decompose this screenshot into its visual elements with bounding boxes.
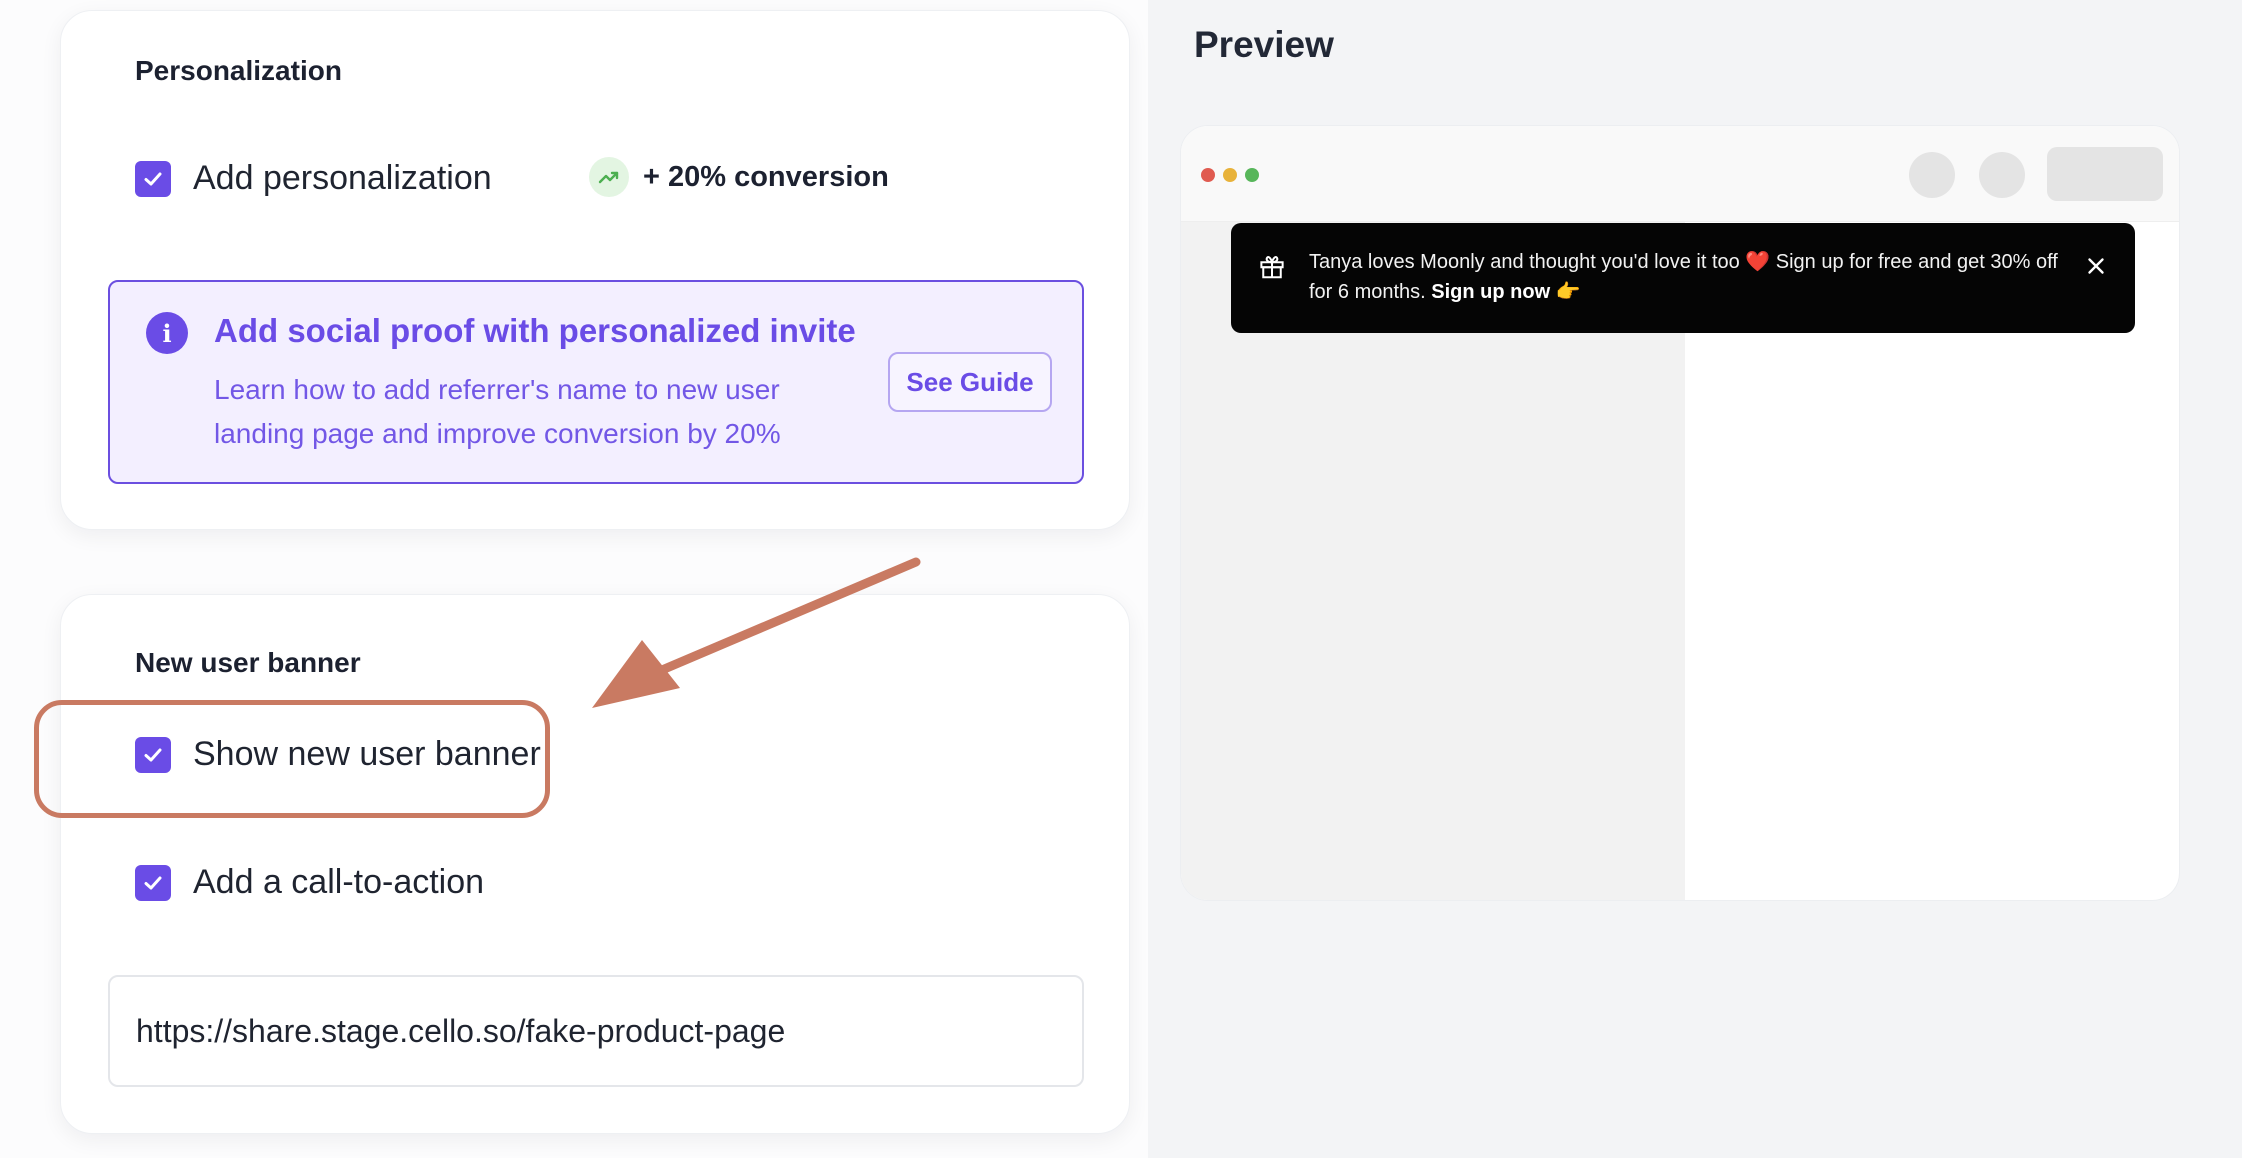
- browser-toolbar: [1181, 126, 2179, 222]
- settings-panel: Personalization Add personalization + 20…: [0, 0, 1148, 1158]
- toolbar-placeholder-circle: [1979, 152, 2025, 198]
- info-title: Add social proof with personalized invit…: [214, 312, 856, 349]
- browser-mockup: Tanya loves Moonly and thought you'd lov…: [1180, 125, 2180, 901]
- window-dot-red: [1201, 168, 1215, 182]
- cta-url-input[interactable]: [108, 975, 1084, 1087]
- add-cta-checkbox[interactable]: [135, 864, 171, 901]
- social-proof-info-box: i Add social proof with personalized inv…: [108, 280, 1084, 484]
- trend-up-icon: [589, 157, 629, 197]
- conversion-boost: + 20% conversion: [589, 157, 889, 197]
- banner-message: Tanya loves Moonly and thought you'd lov…: [1309, 247, 2069, 307]
- show-banner-label: Show new user banner: [193, 735, 541, 773]
- add-personalization-label: Add personalization: [193, 159, 492, 197]
- personalization-card: Personalization Add personalization + 20…: [60, 10, 1130, 530]
- preview-panel: Preview Tanya loves Moonly and thought y…: [1148, 0, 2242, 1158]
- new-user-banner-card: New user banner Show new user banner Add…: [60, 594, 1130, 1134]
- conversion-boost-text: + 20% conversion: [643, 160, 889, 193]
- check-icon: [144, 748, 162, 761]
- check-icon: [144, 876, 162, 889]
- window-dot-yellow: [1223, 168, 1237, 182]
- add-cta-label: Add a call-to-action: [193, 863, 485, 901]
- toolbar-placeholder-button: [2047, 147, 2163, 201]
- close-icon[interactable]: [2083, 253, 2109, 279]
- toolbar-placeholder-circle: [1909, 152, 1955, 198]
- app-root: Personalization Add personalization + 20…: [0, 0, 2242, 1158]
- see-guide-button[interactable]: See Guide: [888, 352, 1052, 412]
- info-body: Learn how to add referrer's name to new …: [214, 374, 781, 449]
- show-banner-checkbox[interactable]: [135, 736, 171, 773]
- check-icon: [144, 172, 162, 185]
- preview-title: Preview: [1194, 24, 1334, 65]
- add-cta-row[interactable]: Add a call-to-action: [135, 863, 484, 902]
- add-personalization-row[interactable]: Add personalization: [135, 159, 492, 198]
- window-dot-green: [1245, 168, 1259, 182]
- new-user-banner-title: New user banner: [135, 647, 361, 678]
- personalization-title: Personalization: [135, 55, 342, 86]
- gift-icon: [1260, 256, 1284, 279]
- info-icon: i: [146, 312, 188, 354]
- banner-message-text: Tanya loves Moonly and thought you'd lov…: [1309, 251, 2058, 303]
- banner-cta[interactable]: Sign up now 👉: [1431, 281, 1580, 303]
- new-user-banner-preview: Tanya loves Moonly and thought you'd lov…: [1231, 223, 2135, 333]
- show-banner-row[interactable]: Show new user banner: [135, 735, 541, 774]
- add-personalization-checkbox[interactable]: [135, 160, 171, 197]
